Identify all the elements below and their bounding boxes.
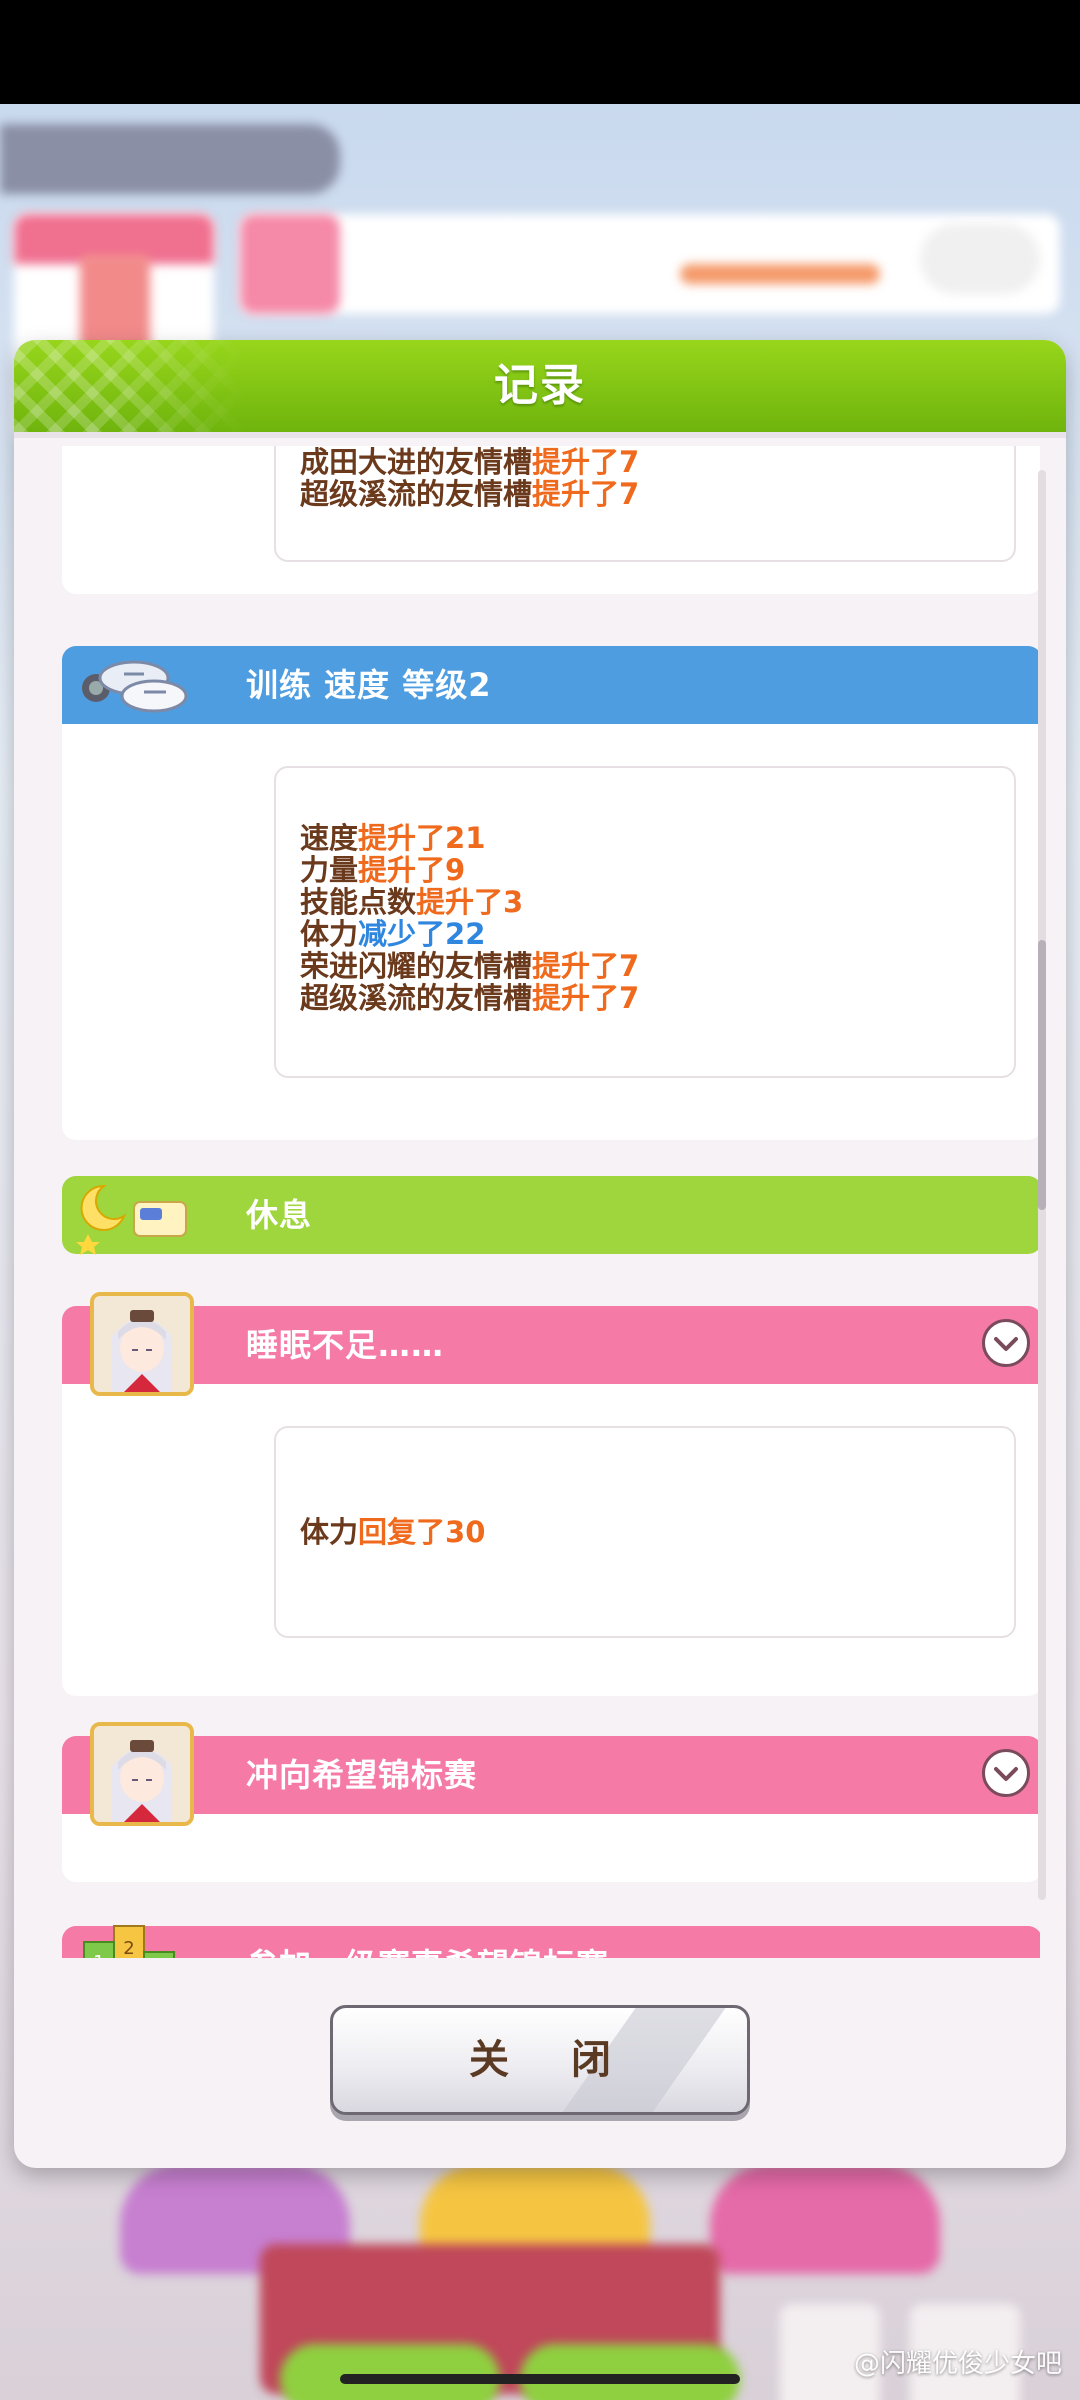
record-title: 休息: [246, 1196, 313, 1234]
header-divider: [14, 432, 1066, 438]
record-lines: 体力回复了30: [300, 1516, 485, 1548]
stat-change: 回复了30: [358, 1515, 486, 1549]
rest-band: 休息: [62, 1176, 1040, 1254]
stat-change: 提升了9: [358, 853, 466, 887]
stat-change: 提升了21: [358, 821, 486, 855]
record-line: 超级溪流的友情槽提升了7: [300, 982, 639, 1014]
record-line: 速度提升了21: [300, 822, 639, 854]
event-band[interactable]: 冲向希望锦标赛: [62, 1736, 1040, 1814]
record-line: 力量提升了9: [300, 854, 639, 886]
moon-bed-icon: [74, 1168, 194, 1258]
event-band[interactable]: 参加一级赛事希望锦标赛: [62, 1926, 1040, 1958]
stat-change: 提升了3: [416, 885, 524, 919]
modal-header: 记录: [14, 340, 1066, 432]
stat-change: 提升了7: [532, 949, 640, 983]
record-lines: 成田大进的友情槽提升了7 超级溪流的友情槽提升了7: [300, 446, 639, 510]
character-portrait: [90, 1722, 194, 1826]
record-list[interactable]: 成田大进的友情槽提升了7 超级溪流的友情槽提升了7 训练 速度 等级2 速度提升了…: [44, 446, 1040, 1958]
svg-text:1: 1: [93, 1952, 104, 1958]
expand-chevron-icon[interactable]: [982, 1749, 1030, 1797]
svg-text:2: 2: [123, 1938, 134, 1958]
record-line: 成田大进的友情槽提升了7: [300, 446, 639, 478]
event-band[interactable]: 睡眠不足……: [62, 1306, 1040, 1384]
record-line: 超级溪流的友情槽提升了7: [300, 478, 639, 510]
record-title: 训练 速度 等级2: [246, 666, 492, 704]
close-button-label: 关 闭: [469, 2037, 635, 2083]
record-line: 荣进闪耀的友情槽提升了7: [300, 950, 639, 982]
stat-change: 提升了7: [532, 477, 640, 511]
stat-change: 提升了7: [532, 981, 640, 1015]
stat-label: 成田大进的友情槽: [300, 446, 533, 479]
record-line: 体力减少了22: [300, 918, 639, 950]
modal-title: 记录: [494, 360, 586, 411]
stat-label: 超级溪流的友情槽: [300, 981, 533, 1015]
scrollbar-thumb[interactable]: [1038, 940, 1046, 1210]
status-bar: [0, 0, 1080, 104]
stat-change: 提升了7: [532, 446, 640, 479]
stat-label: 力量: [300, 853, 359, 887]
home-indicator[interactable]: [340, 2374, 740, 2384]
expand-chevron-icon[interactable]: [982, 1319, 1030, 1367]
stat-label: 技能点数: [300, 885, 417, 919]
race-ranking-icon: 2 1 3: [74, 1912, 194, 1958]
record-title: 参加一级赛事希望锦标赛: [246, 1926, 609, 1958]
close-button[interactable]: 关 闭: [330, 2005, 750, 2115]
stat-label: 荣进闪耀的友情槽: [300, 949, 533, 983]
stat-change: 减少了22: [358, 917, 486, 951]
record-title: 睡眠不足……: [246, 1326, 445, 1364]
record-title: 冲向希望锦标赛: [246, 1756, 478, 1794]
stat-label: 超级溪流的友情槽: [300, 477, 533, 511]
sneakers-icon: [74, 638, 194, 728]
character-portrait: [90, 1292, 194, 1396]
record-line: 技能点数提升了3: [300, 886, 639, 918]
stat-label: 体力: [300, 1515, 359, 1549]
record-lines: 速度提升了21 力量提升了9 技能点数提升了3 体力减少了22 荣进闪耀的友情槽提升了7…: [300, 822, 639, 1014]
record-line: 体力回复了30: [300, 1516, 485, 1548]
record-modal: 记录 成田大进的友情槽提升了7 超级溪流的友情槽提升了7 训练 速度 等级2 速度…: [14, 340, 1066, 2168]
stat-label: 体力: [300, 917, 359, 951]
training-band: 训练 速度 等级2: [62, 646, 1040, 724]
stat-label: 速度: [300, 821, 359, 855]
watermark: @闪耀优俊少女吧: [853, 2349, 1062, 2379]
